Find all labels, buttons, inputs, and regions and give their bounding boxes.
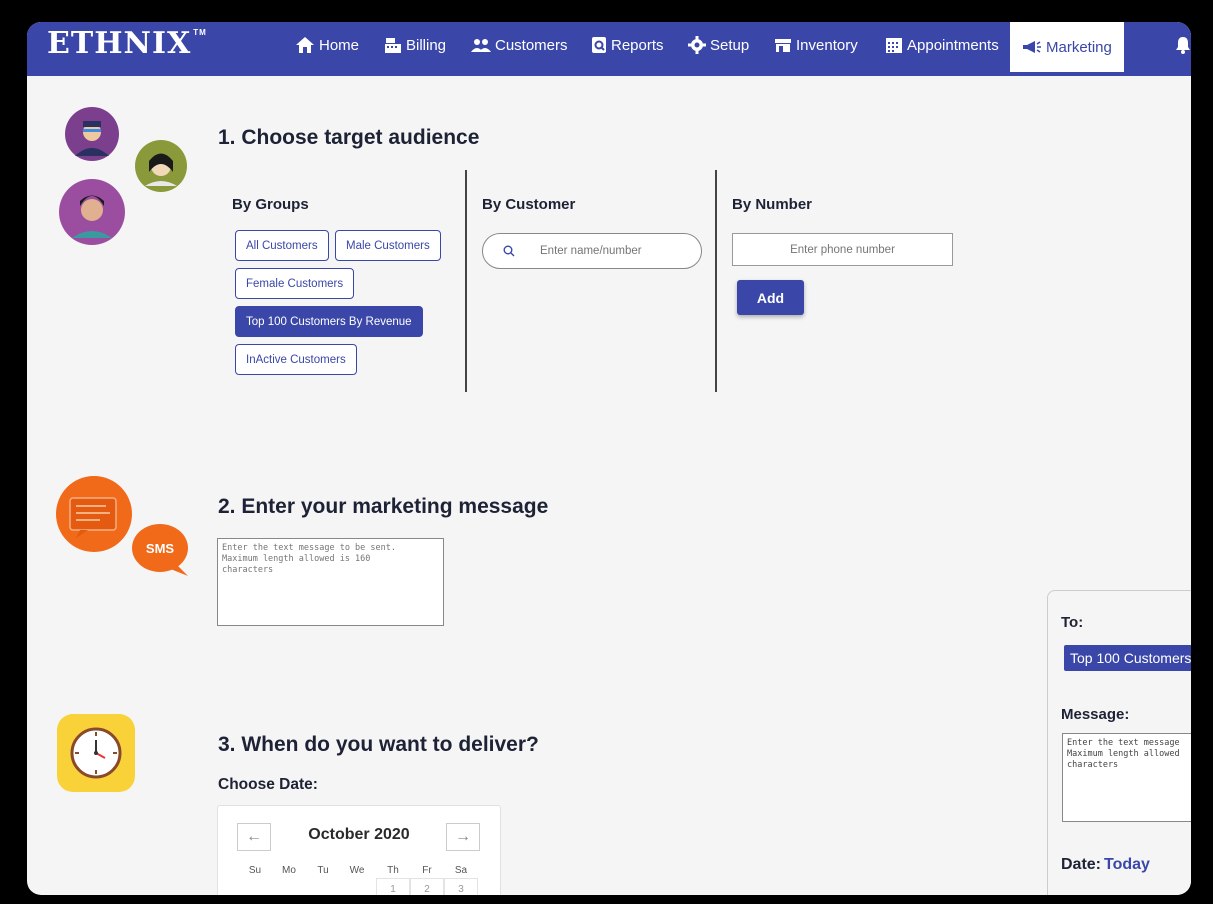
audience-avatars-illustration xyxy=(59,107,187,245)
gear-icon xyxy=(688,36,706,54)
sms-badge: SMS xyxy=(146,541,175,556)
column-divider xyxy=(715,170,717,392)
phone-number-input[interactable] xyxy=(733,234,952,265)
arrow-right-icon: → xyxy=(455,828,471,845)
nav-item-billing[interactable]: Billing xyxy=(384,22,446,68)
weekday-label: Sa xyxy=(454,865,468,876)
sms-illustration: SMS xyxy=(56,476,188,576)
nav-item-reports[interactable]: Reports xyxy=(591,22,664,68)
preview-message-box: Enter the text message Maximum length al… xyxy=(1062,733,1191,822)
weekday-label: Fr xyxy=(422,865,432,876)
calendar-day[interactable]: 1 xyxy=(376,878,410,895)
nav-item-customers[interactable]: Customers xyxy=(471,22,568,68)
nav-item-setup[interactable]: Setup xyxy=(688,22,749,68)
weekday-label: Tu xyxy=(317,865,329,876)
chip-inactive-customers[interactable]: InActive Customers xyxy=(235,344,357,375)
marketing-message-textarea[interactable] xyxy=(217,538,444,626)
home-icon xyxy=(296,37,314,53)
calendar-next-button[interactable]: → xyxy=(446,823,480,851)
clock-illustration xyxy=(57,714,135,792)
by-customer-title: By Customer xyxy=(482,196,576,213)
add-number-button[interactable]: Add xyxy=(737,280,804,315)
cash-register-icon xyxy=(385,38,401,53)
chip-all-customers[interactable]: All Customers xyxy=(235,230,329,261)
message-preview-panel: To: Top 100 Customers Message: Enter the… xyxy=(1047,590,1191,895)
nav-item-marketing[interactable]: Marketing xyxy=(1010,22,1124,72)
weekday-label: Su xyxy=(248,865,262,876)
nav-item-inventory[interactable]: Inventory xyxy=(774,22,858,68)
column-divider xyxy=(465,170,467,392)
date-calendar: ← October 2020 → Su Mo Tu We Th Fr Sa 1 … xyxy=(217,805,501,895)
calendar-icon xyxy=(886,38,902,53)
app-window: ETHNIX TM Home Billing Customers Reports … xyxy=(27,22,1191,895)
reports-icon xyxy=(592,37,606,53)
preview-date-label: Date: xyxy=(1061,856,1102,873)
preview-date: Date: Today xyxy=(1061,856,1150,874)
calendar-day[interactable]: 3 xyxy=(444,878,478,895)
chip-female-customers[interactable]: Female Customers xyxy=(235,268,355,299)
top-navbar: ETHNIX TM Home Billing Customers Reports … xyxy=(27,22,1191,76)
weekday-label: We xyxy=(349,865,365,876)
weekday-label: Mo xyxy=(282,865,296,876)
step2-title: 2. Enter your marketing message xyxy=(218,495,549,518)
calendar-day[interactable]: 2 xyxy=(410,878,444,895)
preview-date-value: Today xyxy=(1104,856,1150,873)
customer-search-box[interactable] xyxy=(482,233,702,269)
customer-search-input[interactable] xyxy=(540,245,690,257)
nav-item-appointments[interactable]: Appointments xyxy=(885,22,999,68)
nav-item-home[interactable]: Home xyxy=(295,22,359,68)
chip-male-customers[interactable]: Male Customers xyxy=(335,230,441,261)
choose-date-label: Choose Date: xyxy=(218,776,318,793)
preview-to-label: To: xyxy=(1061,614,1084,631)
step1-title: 1. Choose target audience xyxy=(218,126,480,149)
by-groups-title: By Groups xyxy=(232,196,309,213)
users-icon xyxy=(471,39,491,52)
store-icon xyxy=(775,39,791,52)
weekday-label: Th xyxy=(387,865,399,876)
chip-top-100-customers[interactable]: Top 100 Customers By Revenue xyxy=(235,306,423,337)
preview-message-label: Message: xyxy=(1061,706,1130,723)
megaphone-icon xyxy=(1023,41,1041,53)
phone-number-box[interactable] xyxy=(732,233,953,266)
step3-title: 3. When do you want to deliver? xyxy=(218,733,539,756)
logo[interactable]: ETHNIX TM xyxy=(47,26,207,61)
preview-to-chip: Top 100 Customers xyxy=(1064,645,1191,671)
bell-icon[interactable] xyxy=(1175,36,1191,54)
by-number-title: By Number xyxy=(732,196,813,213)
search-icon xyxy=(503,245,515,257)
